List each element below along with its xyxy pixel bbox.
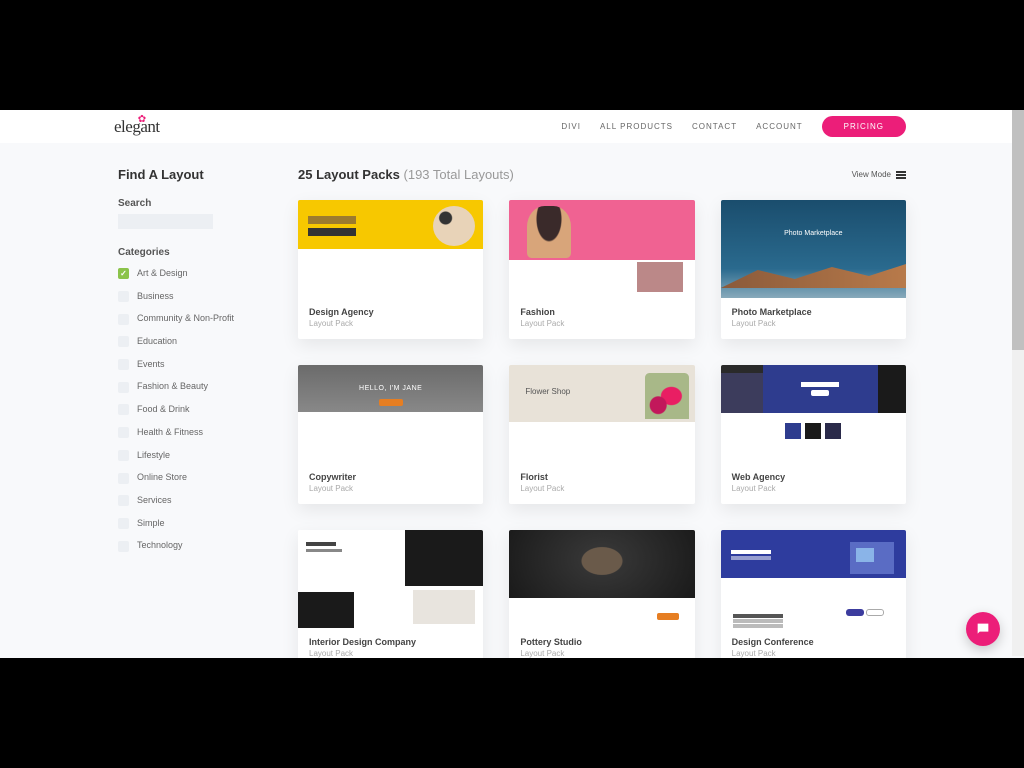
- layout-subtitle: Layout Pack: [309, 484, 472, 493]
- category-services[interactable]: Services: [118, 495, 250, 507]
- layout-subtitle: Layout Pack: [732, 649, 895, 658]
- layout-card-fashion[interactable]: Fashion Layout Pack: [509, 200, 694, 339]
- layout-info: Web Agency Layout Pack: [721, 463, 906, 504]
- layout-title: Interior Design Company: [309, 637, 472, 647]
- layout-title: Pottery Studio: [520, 637, 683, 647]
- layout-thumbnail: [721, 530, 906, 628]
- check-icon: ✓: [118, 268, 129, 279]
- layout-thumbnail: [298, 200, 483, 298]
- checkbox-icon: [118, 404, 129, 415]
- brand-logo[interactable]: elegant✿: [114, 117, 160, 137]
- main-nav: DIVI ALL PRODUCTS CONTACT ACCOUNT PRICIN…: [561, 116, 906, 137]
- layout-title: Fashion: [520, 307, 683, 317]
- layout-info: Pottery Studio Layout Pack: [509, 628, 694, 658]
- layout-subtitle: Layout Pack: [732, 484, 895, 493]
- layout-thumbnail: [721, 365, 906, 463]
- category-food-drink[interactable]: Food & Drink: [118, 404, 250, 416]
- category-list: ✓Art & Design Business Community & Non-P…: [118, 268, 250, 552]
- layout-title: Copywriter: [309, 472, 472, 482]
- layout-thumbnail: Photo Marketplace: [721, 200, 906, 298]
- layout-info: Photo Marketplace Layout Pack: [721, 298, 906, 339]
- nav-account[interactable]: ACCOUNT: [756, 122, 803, 131]
- nav-all-products[interactable]: ALL PRODUCTS: [600, 122, 673, 131]
- main: 25 Layout Packs (193 Total Layouts) View…: [298, 167, 906, 658]
- chat-icon: [975, 621, 991, 637]
- category-lifestyle[interactable]: Lifestyle: [118, 450, 250, 462]
- main-header: 25 Layout Packs (193 Total Layouts) View…: [298, 167, 906, 182]
- nav-divi[interactable]: DIVI: [561, 122, 581, 131]
- layout-subtitle: Layout Pack: [520, 484, 683, 493]
- layout-card-interior-design[interactable]: Interior Design Company Layout Pack: [298, 530, 483, 658]
- checkbox-icon: [118, 427, 129, 438]
- checkbox-icon: [118, 473, 129, 484]
- search-input[interactable]: [118, 214, 213, 229]
- layout-subtitle: Layout Pack: [732, 319, 895, 328]
- content: Find A Layout Search Categories ✓Art & D…: [0, 143, 1024, 658]
- checkbox-icon: [118, 518, 129, 529]
- checkbox-icon: [118, 382, 129, 393]
- layout-thumbnail: [298, 530, 483, 628]
- layout-card-photo-marketplace[interactable]: Photo Marketplace Photo Marketplace Layo…: [721, 200, 906, 339]
- layout-thumbnail: Flower Shop: [509, 365, 694, 463]
- checkbox-icon: [118, 291, 129, 302]
- category-health-fitness[interactable]: Health & Fitness: [118, 427, 250, 439]
- layout-thumbnail: HELLO, I'M JANE: [298, 365, 483, 463]
- layout-subtitle: Layout Pack: [520, 319, 683, 328]
- layout-title: Design Agency: [309, 307, 472, 317]
- layout-grid: Design Agency Layout Pack Fashion Layout…: [298, 200, 906, 658]
- categories-label: Categories: [118, 247, 250, 258]
- layout-subtitle: Layout Pack: [520, 649, 683, 658]
- layout-card-pottery-studio[interactable]: Pottery Studio Layout Pack: [509, 530, 694, 658]
- layout-info: Copywriter Layout Pack: [298, 463, 483, 504]
- sidebar: Find A Layout Search Categories ✓Art & D…: [118, 167, 250, 658]
- category-online-store[interactable]: Online Store: [118, 472, 250, 484]
- layout-card-copywriter[interactable]: HELLO, I'M JANE Copywriter Layout Pack: [298, 365, 483, 504]
- layout-info: Interior Design Company Layout Pack: [298, 628, 483, 658]
- layout-card-design-conference[interactable]: Design Conference Layout Pack: [721, 530, 906, 658]
- checkbox-icon: [118, 359, 129, 370]
- layout-thumbnail: [509, 530, 694, 628]
- category-events[interactable]: Events: [118, 359, 250, 371]
- scrollbar-thumb[interactable]: [1012, 110, 1024, 350]
- results-title: 25 Layout Packs (193 Total Layouts): [298, 167, 514, 182]
- category-art-design[interactable]: ✓Art & Design: [118, 268, 250, 280]
- nav-contact[interactable]: CONTACT: [692, 122, 737, 131]
- category-education[interactable]: Education: [118, 336, 250, 348]
- layout-subtitle: Layout Pack: [309, 319, 472, 328]
- layout-card-web-agency[interactable]: Web Agency Layout Pack: [721, 365, 906, 504]
- layout-info: Design Agency Layout Pack: [298, 298, 483, 339]
- category-business[interactable]: Business: [118, 291, 250, 303]
- view-mode-toggle[interactable]: View Mode: [852, 170, 906, 179]
- category-community[interactable]: Community & Non-Profit: [118, 313, 250, 325]
- layout-title: Photo Marketplace: [732, 307, 895, 317]
- layout-subtitle: Layout Pack: [309, 649, 472, 658]
- layout-title: Web Agency: [732, 472, 895, 482]
- chat-widget-button[interactable]: [966, 612, 1000, 646]
- layout-info: Design Conference Layout Pack: [721, 628, 906, 658]
- search-label: Search: [118, 198, 250, 209]
- checkbox-icon: [118, 314, 129, 325]
- scrollbar[interactable]: [1012, 110, 1024, 656]
- category-simple[interactable]: Simple: [118, 518, 250, 530]
- sidebar-title: Find A Layout: [118, 167, 250, 182]
- letterbox-top: [0, 0, 1024, 110]
- layout-thumbnail: [509, 200, 694, 298]
- letterbox-bottom: [0, 658, 1024, 768]
- brand-dot-icon: ✿: [138, 114, 146, 125]
- layout-info: Fashion Layout Pack: [509, 298, 694, 339]
- checkbox-icon: [118, 336, 129, 347]
- layout-card-design-agency[interactable]: Design Agency Layout Pack: [298, 200, 483, 339]
- list-view-icon: [896, 171, 906, 179]
- layout-title: Design Conference: [732, 637, 895, 647]
- category-technology[interactable]: Technology: [118, 540, 250, 552]
- layout-info: Florist Layout Pack: [509, 463, 694, 504]
- pricing-button[interactable]: PRICING: [822, 116, 906, 137]
- layout-title: Florist: [520, 472, 683, 482]
- category-fashion-beauty[interactable]: Fashion & Beauty: [118, 381, 250, 393]
- checkbox-icon: [118, 495, 129, 506]
- checkbox-icon: [118, 450, 129, 461]
- layout-card-florist[interactable]: Flower Shop Florist Layout Pack: [509, 365, 694, 504]
- header: elegant✿ DIVI ALL PRODUCTS CONTACT ACCOU…: [0, 110, 1024, 143]
- checkbox-icon: [118, 541, 129, 552]
